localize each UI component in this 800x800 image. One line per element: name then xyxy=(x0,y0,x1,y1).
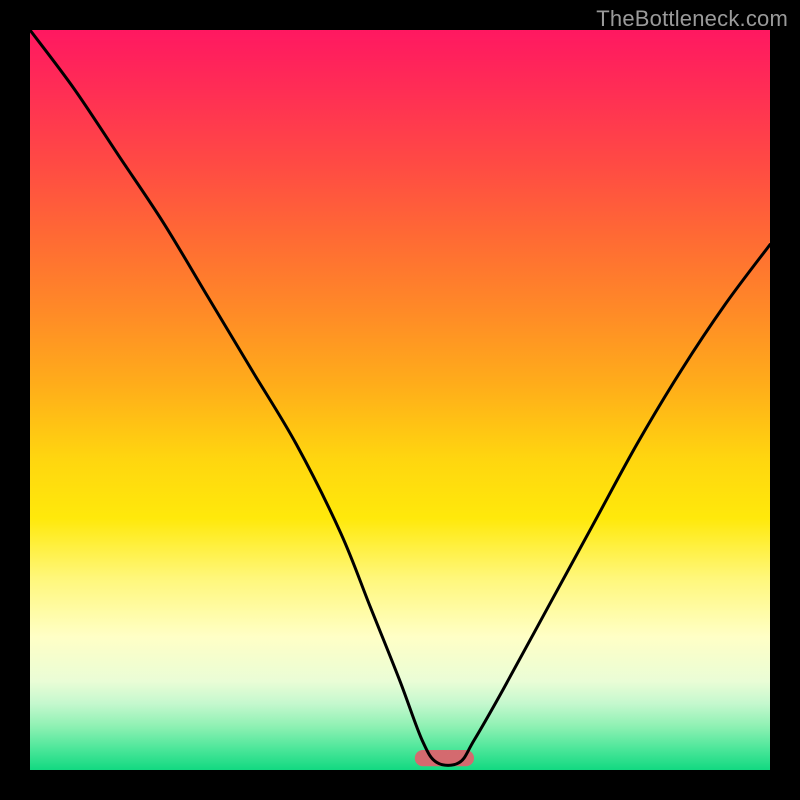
chart-frame: TheBottleneck.com xyxy=(0,0,800,800)
watermark-text: TheBottleneck.com xyxy=(596,6,788,32)
plot-area xyxy=(30,30,770,770)
bottleneck-curve xyxy=(30,30,770,765)
plot-svg xyxy=(30,30,770,770)
